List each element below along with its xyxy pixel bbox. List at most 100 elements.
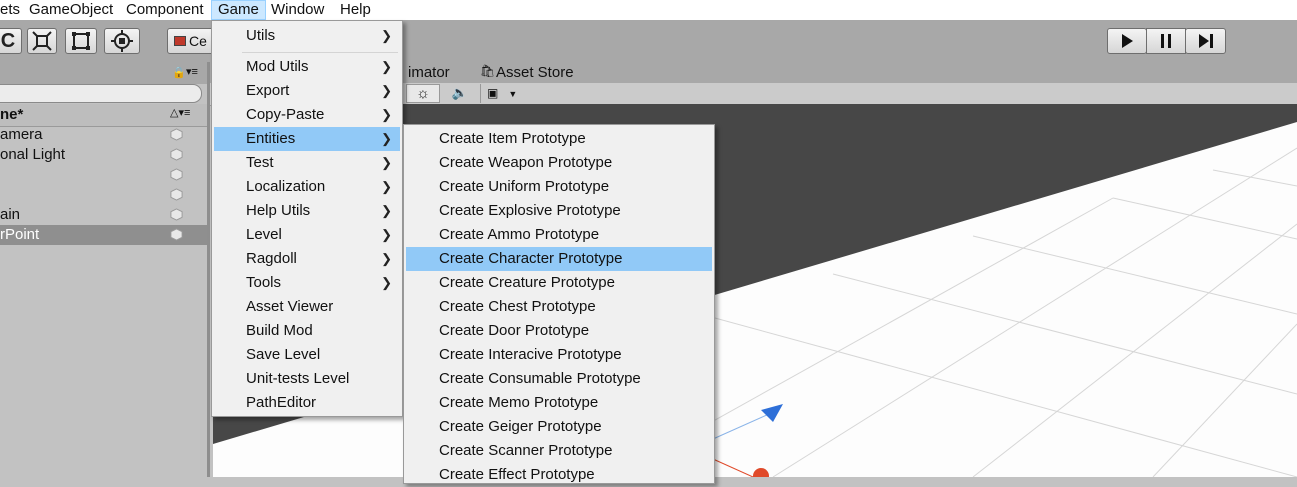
menu-item-path-editor[interactable]: PathEditor: [214, 391, 400, 415]
menu-item-ragdoll[interactable]: Ragdoll ❯: [214, 247, 400, 271]
audio-toggle[interactable]: 🔈: [446, 84, 474, 103]
hierarchy-header: 🔒 ▾≡: [0, 62, 207, 84]
rotate-tool-button[interactable]: C: [0, 28, 22, 54]
scene-title: ne*: [0, 106, 24, 123]
menu-item-save-level[interactable]: Save Level: [214, 343, 400, 367]
sun-icon: ☼: [416, 85, 430, 102]
transform-tool-button[interactable]: [104, 28, 140, 54]
menu-item-create-ammo-prototype[interactable]: Create Ammo Prototype: [406, 223, 712, 247]
menu-item-tools[interactable]: Tools ❯: [214, 271, 400, 295]
hierarchy-row-selected[interactable]: rPoint: [0, 225, 207, 245]
chevron-right-icon: ❯: [381, 251, 392, 266]
menu-item-localization[interactable]: Localization ❯: [214, 175, 400, 199]
menu-game[interactable]: Game: [211, 0, 266, 20]
menu-item-help-utils[interactable]: Help Utils ❯: [214, 199, 400, 223]
menu-item-utils[interactable]: Utils ❯: [214, 24, 400, 48]
gameobject-icon: [170, 168, 183, 181]
rotate-icon: C: [0, 29, 16, 52]
toolbar: C Ce: [0, 20, 1297, 63]
effects-dropdown[interactable]: ▣ ▼: [480, 84, 525, 103]
menu-assets[interactable]: ets: [0, 0, 20, 20]
menu-item-create-geiger-prototype[interactable]: Create Geiger Prototype: [406, 415, 712, 439]
menu-item-level[interactable]: Level ❯: [214, 223, 400, 247]
pivot-label: Ce: [189, 33, 207, 49]
play-icon: [1122, 34, 1133, 48]
menu-item-create-memo-prototype[interactable]: Create Memo Prototype: [406, 391, 712, 415]
lighting-toggle[interactable]: ☼: [406, 84, 440, 103]
lock-icon[interactable]: 🔒: [172, 66, 186, 79]
hierarchy-panel: 🔒 ▾≡ ne* △▾≡ amera onal Light ain rPoint: [0, 62, 210, 477]
menu-item-entities[interactable]: Entities ❯: [214, 127, 400, 151]
chevron-right-icon: ❯: [381, 83, 392, 98]
hierarchy-search-input[interactable]: [0, 84, 202, 103]
chevron-right-icon: ❯: [381, 131, 392, 146]
chevron-right-icon: ❯: [381, 179, 392, 194]
chevron-down-icon: ▼: [508, 89, 518, 99]
pivot-center-toggle[interactable]: Ce: [167, 28, 215, 54]
rect-icon: [72, 32, 90, 50]
transform-icon: [111, 30, 133, 52]
step-button[interactable]: [1185, 28, 1226, 54]
menu-separator: [242, 52, 398, 53]
menu-item-create-explosive-prototype[interactable]: Create Explosive Prototype: [406, 199, 712, 223]
menu-item-create-chest-prototype[interactable]: Create Chest Prototype: [406, 295, 712, 319]
pause-button[interactable]: [1146, 28, 1186, 54]
row-label: rPoint: [0, 226, 40, 243]
menu-item-create-character-prototype[interactable]: Create Character Prototype: [406, 247, 712, 271]
chevron-right-icon: ❯: [381, 59, 392, 74]
step-icon: [1198, 34, 1213, 48]
scale-icon: [32, 31, 52, 51]
shop-icon: 🛍: [480, 64, 496, 78]
menu-item-create-interacive-prototype[interactable]: Create Interacive Prototype: [406, 343, 712, 367]
hierarchy-row[interactable]: onal Light: [0, 145, 207, 165]
gameobject-icon: [170, 228, 183, 241]
scene-menu-icon[interactable]: △▾≡: [170, 106, 190, 119]
image-icon: ▣: [487, 86, 499, 100]
pause-icon: [1161, 34, 1171, 48]
menu-item-copy-paste[interactable]: Copy-Paste ❯: [214, 103, 400, 127]
row-label: amera: [0, 126, 43, 143]
menu-item-build-mod[interactable]: Build Mod: [214, 319, 400, 343]
menu-item-unit-tests-level[interactable]: Unit-tests Level: [214, 367, 400, 391]
menu-item-export[interactable]: Export ❯: [214, 79, 400, 103]
chevron-right-icon: ❯: [381, 227, 392, 242]
menu-component[interactable]: Component: [126, 0, 204, 20]
menu-window[interactable]: Window: [271, 0, 324, 20]
menu-item-mod-utils[interactable]: Mod Utils ❯: [214, 55, 400, 79]
menu-help[interactable]: Help: [340, 0, 371, 20]
menu-item-create-uniform-prototype[interactable]: Create Uniform Prototype: [406, 175, 712, 199]
chevron-right-icon: ❯: [381, 203, 392, 218]
speaker-icon: 🔈: [451, 85, 469, 100]
scale-tool-button[interactable]: [27, 28, 57, 54]
menu-item-asset-viewer[interactable]: Asset Viewer: [214, 295, 400, 319]
chevron-right-icon: ❯: [381, 107, 392, 122]
menu-item-create-item-prototype[interactable]: Create Item Prototype: [406, 127, 712, 151]
chevron-right-icon: ❯: [381, 155, 392, 170]
scene-header[interactable]: ne* △▾≡: [0, 104, 207, 127]
tab-animator[interactable]: imator: [408, 64, 450, 81]
menu-item-create-effect-prototype[interactable]: Create Effect Prototype: [406, 463, 712, 487]
menu-item-test[interactable]: Test ❯: [214, 151, 400, 175]
chevron-right-icon: ❯: [381, 28, 392, 43]
gameobject-icon: [170, 188, 183, 201]
hierarchy-row[interactable]: [0, 185, 207, 205]
x-axis-gizmo: [753, 468, 769, 477]
row-label: ain: [0, 206, 21, 223]
panel-menu-icon[interactable]: ▾≡: [186, 65, 198, 78]
menu-item-create-scanner-prototype[interactable]: Create Scanner Prototype: [406, 439, 712, 463]
hierarchy-row[interactable]: amera: [0, 125, 207, 145]
menu-item-create-consumable-prototype[interactable]: Create Consumable Prototype: [406, 367, 712, 391]
rect-tool-button[interactable]: [65, 28, 97, 54]
z-axis-gizmo: [761, 404, 783, 422]
hierarchy-row[interactable]: [0, 165, 207, 185]
play-button[interactable]: [1107, 28, 1147, 54]
menu-item-create-creature-prototype[interactable]: Create Creature Prototype: [406, 271, 712, 295]
hierarchy-row[interactable]: ain: [0, 205, 207, 225]
menubar: ets GameObject Component Game Window Hel…: [0, 0, 1297, 20]
game-menu: Utils ❯ Mod Utils ❯ Export ❯ Copy-Paste ❯ En…: [211, 20, 403, 417]
menu-item-create-weapon-prototype[interactable]: Create Weapon Prototype: [406, 151, 712, 175]
menu-item-create-door-prototype[interactable]: Create Door Prototype: [406, 319, 712, 343]
tab-asset-store[interactable]: Asset Store: [496, 64, 574, 81]
row-label: onal Light: [0, 146, 66, 163]
menu-gameobject[interactable]: GameObject: [29, 0, 113, 20]
